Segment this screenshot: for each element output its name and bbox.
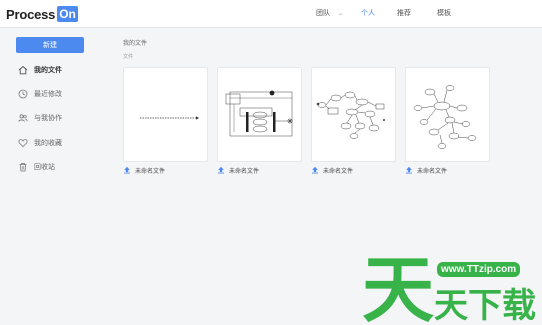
watermark-url: www.TTzip.com [437,262,521,277]
file-icon [311,166,319,174]
file-icon [123,166,131,174]
file-card-footer[interactable]: 未命名文件 [405,165,447,175]
svg-text:天下载: 天下载 [434,286,536,325]
mindmap-diagram-thumbnail [413,85,477,149]
svg-text:天: 天 [362,248,434,325]
file-card[interactable] [217,67,302,162]
users-icon [18,113,28,123]
file-name: 未命名文件 [417,167,448,175]
sidebar-item-label: 我的收藏 [34,139,62,147]
sidebar-item-my-files[interactable]: 我的文件 [18,64,62,76]
file-icon [405,166,413,174]
nav-team[interactable]: 团队 ⌄ [316,8,343,18]
nav-personal[interactable]: 个人 [361,8,375,18]
top-bar: Process On 团队 ⌄ 个人 推荐 模板 [0,0,542,28]
logo-badge: On [57,6,78,22]
sidebar-item-favorites[interactable]: 我的收藏 [18,137,62,149]
sidebar-item-trash[interactable]: 回收站 [18,161,55,173]
chevron-down-icon: ⌄ [338,9,344,17]
new-button[interactable]: 新建 [16,37,84,53]
sidebar-item-shared[interactable]: 与我协作 [18,112,62,124]
breadcrumb: 我的文件 [123,40,148,47]
file-name: 未命名文件 [229,167,260,175]
sidebar-item-label: 与我协作 [34,114,62,122]
uml-diagram-thumbnail [225,90,293,137]
flow-diagram-thumbnail [316,91,385,139]
sidebar-item-recent[interactable]: 最近修改 [18,88,62,100]
file-card[interactable] [123,67,208,162]
file-name: 未命名文件 [135,167,166,175]
nav-team-label: 团队 [316,9,330,17]
section-label: 文件 [123,54,134,60]
arrow-diagram-thumbnail [140,116,199,120]
file-card-footer[interactable]: 未命名文件 [311,165,353,175]
nav-template[interactable]: 模板 [437,8,451,18]
file-icon [217,166,225,174]
file-card-footer[interactable]: 未命名文件 [217,165,259,175]
file-card[interactable] [405,67,490,162]
home-icon [18,65,28,75]
file-card[interactable] [311,67,396,162]
trash-icon [18,162,28,172]
sidebar-item-label: 我的文件 [34,66,62,74]
sidebar-item-label: 回收站 [34,163,55,171]
nav-recommend[interactable]: 推荐 [397,8,411,18]
processon-logo[interactable]: Process On [6,5,78,23]
file-name: 未命名文件 [323,167,354,175]
heart-icon [18,138,28,148]
file-card-footer[interactable]: 未命名文件 [123,165,165,175]
ttzip-watermark: 天 天下载 [362,248,536,325]
logo-text: Process [6,6,56,22]
sidebar: 新建 我的文件 最近修改 与我协作 我的收藏 回收站 [0,29,102,325]
clock-icon [18,89,28,99]
sidebar-item-label: 最近修改 [34,90,62,98]
